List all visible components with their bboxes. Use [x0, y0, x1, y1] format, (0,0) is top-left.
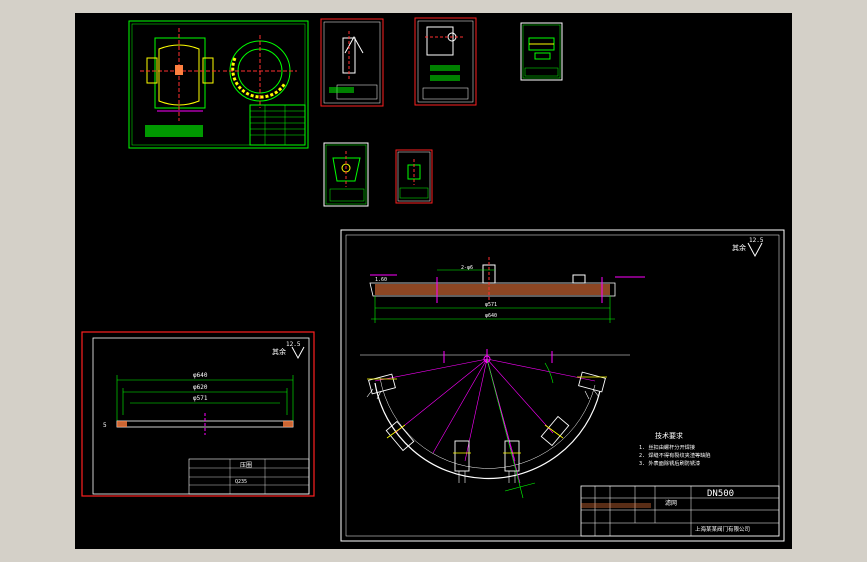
- ring-material: Q235: [235, 479, 247, 485]
- plate-section-view: 1.60 2-φ6 φ571 φ640: [369, 257, 645, 323]
- ring-dim-middle: φ620: [193, 384, 208, 391]
- ring-roughness-value: 12.5: [286, 341, 301, 348]
- top-dim-outer: φ640: [485, 313, 497, 319]
- top-dim-holes: 2-φ6: [461, 265, 473, 271]
- cad-model-space[interactable]: 其余 12.5 φ640 φ620 φ571 5 压圈 Q235 其余 12.5…: [75, 13, 792, 549]
- part-sheet-3[interactable]: [520, 22, 563, 81]
- main-screen-sheet[interactable]: 其余 12.5 1.60 2-φ6 φ571 φ640 技术要求 1. 丝扣由螺…: [340, 229, 785, 542]
- part-name: 滤网: [665, 499, 677, 507]
- part-sheet-1[interactable]: [320, 18, 384, 107]
- ring-sheet[interactable]: 其余 12.5 φ640 φ620 φ571 5 压圈 Q235: [81, 331, 315, 497]
- assembly-drawing-sheet[interactable]: [128, 20, 309, 149]
- cad-drawing-svg: 其余 12.5 φ640 φ620 φ571 5 压圈 Q235 其余 12.5…: [81, 17, 785, 542]
- top-dim-inner: φ571: [485, 302, 497, 308]
- main-roughness-label: 其余: [732, 243, 746, 252]
- part-sheet-4[interactable]: [323, 142, 369, 207]
- ring-dim-outer: φ640: [193, 372, 208, 379]
- main-title-block: DN500 滤网 上海某某阀门有限公司: [580, 485, 780, 537]
- drawing-number: DN500: [707, 489, 734, 499]
- main-roughness-value: 12.5: [749, 237, 764, 244]
- company-name: 上海某某阀门有限公司: [695, 525, 750, 533]
- part-sheet-5[interactable]: [395, 149, 433, 204]
- ring-roughness-label: 其余: [272, 347, 286, 356]
- tech-note-1: 1. 丝扣由螺杆分开焊接: [639, 443, 695, 451]
- ring-dim-inner: φ571: [193, 395, 208, 402]
- ring-thickness: 5: [103, 422, 107, 429]
- tech-note-3: 3. 外表面除锈后刷防锈漆: [639, 459, 700, 467]
- technical-requirements: 技术要求 1. 丝扣由螺杆分开焊接 2. 焊缝不得有裂纹夹渣等缺陷 3. 外表面…: [639, 431, 711, 467]
- part-sheet-2[interactable]: [414, 17, 477, 106]
- tech-note-2: 2. 焊缝不得有裂纹夹渣等缺陷: [639, 451, 711, 459]
- radial-bracket-view: [360, 349, 630, 499]
- tech-title: 技术要求: [655, 431, 683, 440]
- ring-title-cell: 压圈: [240, 462, 252, 469]
- top-dim-chamfer: 1.60: [375, 277, 387, 283]
